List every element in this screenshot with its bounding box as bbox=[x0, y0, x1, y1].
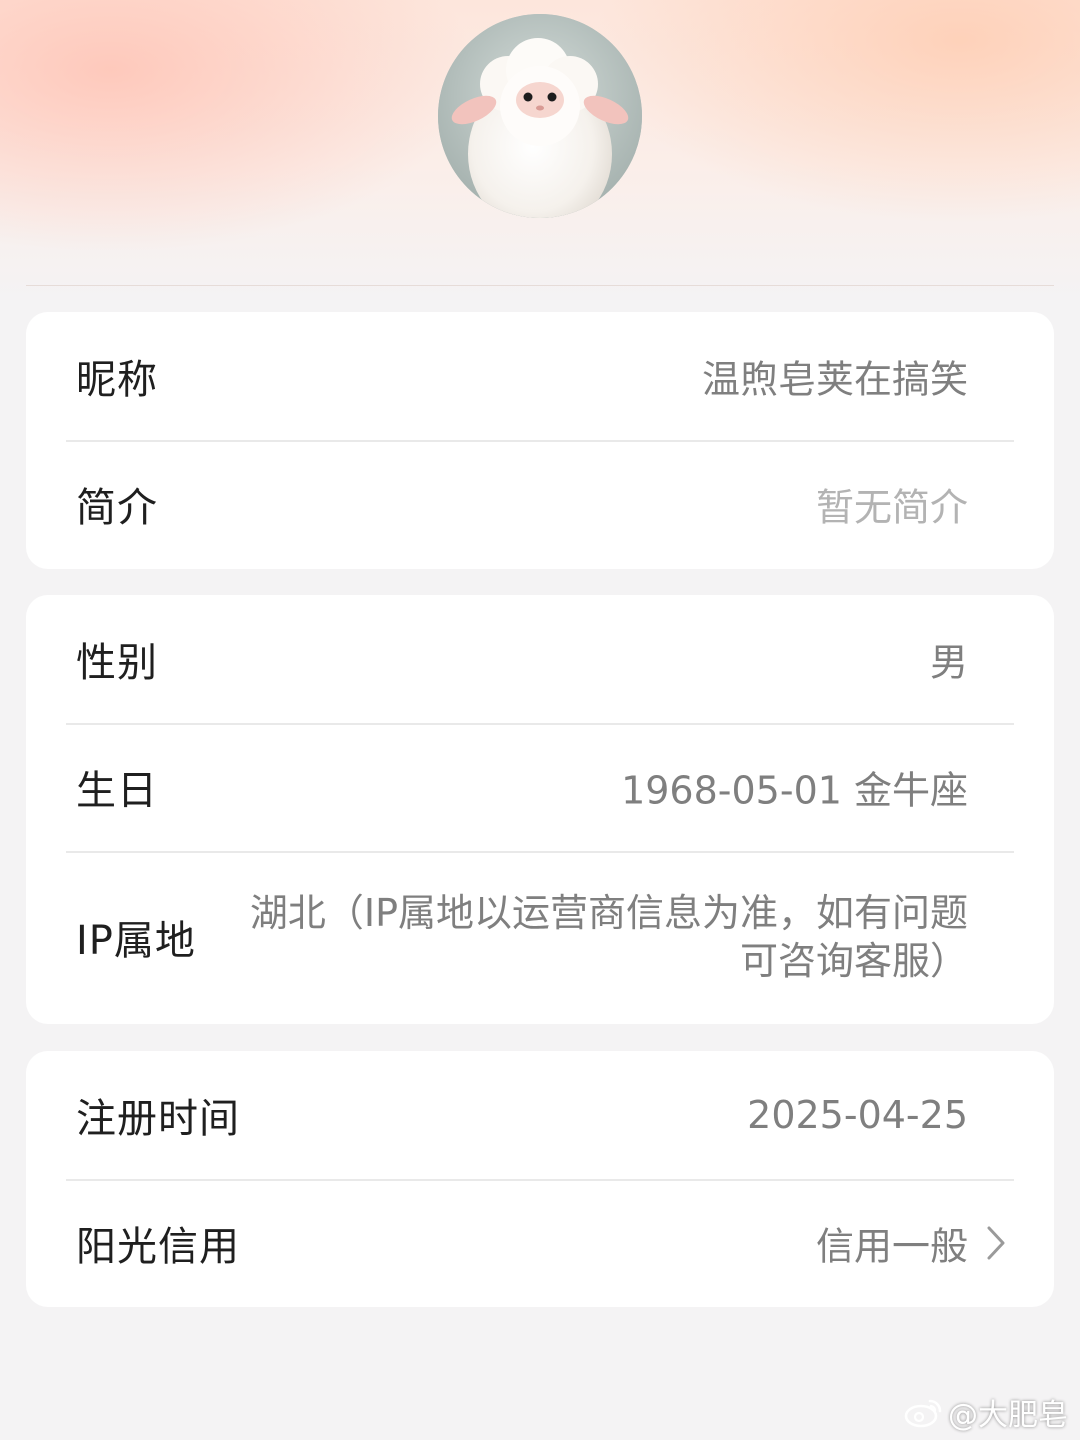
gender-label: 性别 bbox=[76, 640, 158, 686]
nickname-value: 温煦皂荚在搞笑 bbox=[701, 357, 968, 402]
chevron-right-icon[interactable] bbox=[986, 1225, 1006, 1261]
weibo-watermark: @大肥皂 bbox=[904, 1390, 1068, 1434]
register-time-label: 注册时间 bbox=[76, 1096, 240, 1142]
account-info-card: 注册时间 2025-04-25 阳光信用 信用一般 bbox=[26, 1051, 1054, 1307]
sunshine-credit-value: 信用一般 bbox=[815, 1224, 968, 1269]
basic-info-card: 昵称 温煦皂荚在搞笑 简介 暂无简介 bbox=[26, 312, 1054, 569]
nickname-label: 昵称 bbox=[76, 357, 158, 403]
bio-value: 暂无简介 bbox=[815, 485, 968, 530]
ip-location-row: IP属地 湖北（IP属地以运营商信息为准，如有问题可咨询客服） bbox=[26, 851, 1054, 1023]
weibo-logo-icon bbox=[904, 1395, 944, 1429]
ip-location-label: IP属地 bbox=[76, 918, 196, 964]
watermark-text: @大肥皂 bbox=[948, 1398, 1068, 1433]
birthday-row[interactable]: 生日 1968-05-01 金牛座 bbox=[26, 723, 1054, 851]
birthday-label: 生日 bbox=[76, 768, 158, 814]
personal-info-card: 性别 男 生日 1968-05-01 金牛座 IP属地 湖北（IP属地以运营商信… bbox=[26, 595, 1054, 1024]
gender-value: 男 bbox=[929, 640, 968, 685]
nickname-row[interactable]: 昵称 温煦皂荚在搞笑 bbox=[26, 312, 1054, 440]
gender-row[interactable]: 性别 男 bbox=[26, 595, 1054, 723]
ip-location-value: 湖北（IP属地以运营商信息为准，如有问题可咨询客服） bbox=[249, 891, 968, 983]
register-time-row: 注册时间 2025-04-25 bbox=[26, 1051, 1054, 1179]
register-time-value: 2025-04-25 bbox=[747, 1093, 968, 1137]
sunshine-credit-row[interactable]: 阳光信用 信用一般 bbox=[26, 1179, 1054, 1307]
header-divider bbox=[26, 285, 1054, 286]
bio-row[interactable]: 简介 暂无简介 bbox=[26, 440, 1054, 568]
sunshine-credit-label: 阳光信用 bbox=[76, 1224, 240, 1270]
bio-label: 简介 bbox=[76, 485, 158, 531]
sheep-avatar-icon[interactable] bbox=[438, 14, 642, 218]
birthday-value: 1968-05-01 金牛座 bbox=[621, 768, 968, 813]
